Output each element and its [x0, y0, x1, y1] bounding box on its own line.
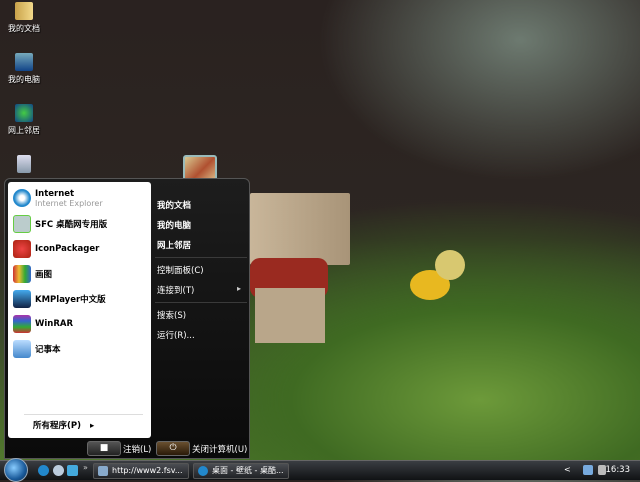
- start-menu: Internet Internet Explorer SFC 桌酷网专用版 Ico…: [4, 178, 250, 459]
- logoff-label[interactable]: 注销(L): [123, 443, 151, 455]
- desktop-icon-network[interactable]: 网上邻居: [2, 104, 46, 136]
- iconpackager-icon: [13, 240, 31, 258]
- winrar-icon: [13, 315, 31, 333]
- power-icon: ⏻: [169, 443, 177, 453]
- computer-icon: [15, 53, 33, 71]
- icon-label: 我的文档: [8, 24, 40, 33]
- program-paint[interactable]: 画图: [13, 263, 52, 285]
- task-button-browser[interactable]: http://www2.fsv...: [93, 463, 189, 479]
- taskbar: » http://www2.fsv... 桌面 - 壁纸 - 桌酷... < 1…: [0, 458, 640, 482]
- menu-my-documents[interactable]: 我的文档: [157, 199, 191, 211]
- ie-icon: [198, 466, 208, 476]
- program-kmplayer[interactable]: KMPlayer中文版: [13, 288, 106, 310]
- sfc-icon: [13, 215, 31, 233]
- menu-network[interactable]: 网上邻居: [157, 239, 191, 251]
- tray-expand[interactable]: <: [564, 465, 571, 474]
- sublabel: Internet Explorer: [35, 198, 103, 208]
- menu-run[interactable]: 运行(R)...: [157, 329, 195, 341]
- divider: [155, 257, 247, 258]
- start-button[interactable]: [4, 458, 28, 482]
- clock[interactable]: 16:33: [606, 465, 631, 475]
- lock-icon: ■: [99, 443, 109, 453]
- quicklaunch-more[interactable]: »: [83, 463, 88, 472]
- pinned-internet[interactable]: Internet Internet Explorer: [13, 187, 103, 209]
- programs-panel: Internet Internet Explorer SFC 桌酷网专用版 Ico…: [8, 182, 151, 438]
- icon-label: 网上邻居: [8, 126, 40, 135]
- label: 桌面 - 壁纸 - 桌酷...: [212, 466, 284, 475]
- network-icon: [15, 104, 33, 122]
- program-winrar[interactable]: WinRAR: [13, 313, 73, 335]
- label: IconPackager: [35, 244, 100, 254]
- task-button-ie[interactable]: 桌面 - 壁纸 - 桌酷...: [193, 463, 289, 479]
- label: 所有程序(P): [33, 421, 81, 431]
- label: SFC 桌酷网专用版: [35, 220, 108, 230]
- wallpaper-robot: [250, 193, 350, 343]
- icon-label: 我的电脑: [8, 75, 40, 84]
- recycle-bin-icon: [17, 155, 31, 173]
- desktop-icon-my-documents[interactable]: 我的文档: [2, 2, 46, 34]
- browser-icon[interactable]: [53, 465, 64, 476]
- show-desktop-icon[interactable]: [67, 465, 78, 476]
- menu-connect-to[interactable]: 连接到(T): [157, 284, 194, 296]
- wallpaper-flower: [410, 250, 470, 350]
- divider: [155, 302, 247, 303]
- menu-my-computer[interactable]: 我的电脑: [157, 219, 191, 231]
- label: http://www2.fsv...: [112, 466, 183, 475]
- ie-icon: [13, 189, 31, 207]
- desktop-icon-recycle-bin[interactable]: [2, 155, 46, 176]
- label: KMPlayer中文版: [35, 295, 106, 305]
- program-sfc[interactable]: SFC 桌酷网专用版: [13, 213, 107, 235]
- shutdown-label[interactable]: 关闭计算机(U): [192, 443, 247, 455]
- menu-control-panel[interactable]: 控制面板(C): [157, 264, 204, 276]
- folder-icon: [15, 2, 33, 20]
- arrow-right-icon: ▸: [89, 421, 95, 431]
- label: 记事本: [35, 345, 61, 355]
- shutdown-button[interactable]: ⏻: [156, 441, 190, 456]
- label: WinRAR: [35, 319, 74, 329]
- notepad-icon: [13, 340, 31, 358]
- menu-search[interactable]: 搜索(S): [157, 309, 186, 321]
- divider: [24, 414, 143, 415]
- paint-icon: [13, 265, 31, 283]
- arrow-right-icon: ▸: [237, 284, 242, 293]
- network-tray-icon[interactable]: [583, 465, 593, 475]
- label: 画图: [35, 270, 53, 280]
- program-iconpackager[interactable]: IconPackager: [13, 238, 99, 260]
- label: Internet: [35, 188, 75, 199]
- document-icon: [98, 466, 108, 476]
- desktop-icon-my-computer[interactable]: 我的电脑: [2, 53, 46, 85]
- ie-icon[interactable]: [38, 465, 49, 476]
- program-notepad[interactable]: 记事本: [13, 338, 61, 360]
- logoff-button[interactable]: ■: [87, 441, 121, 456]
- all-programs-button[interactable]: 所有程序(P) ▸: [33, 419, 94, 431]
- kmplayer-icon: [13, 290, 31, 308]
